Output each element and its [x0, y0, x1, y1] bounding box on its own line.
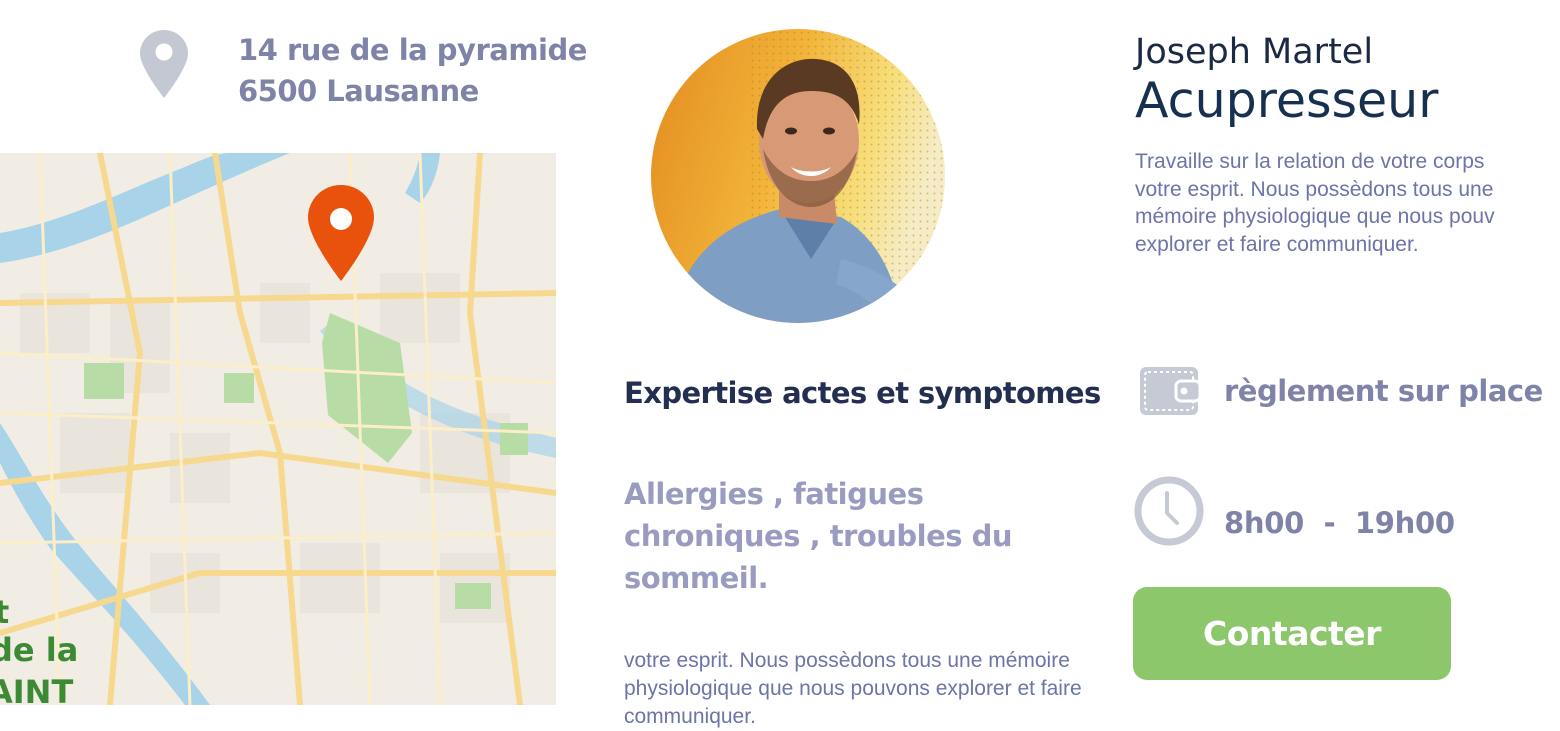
practitioner-description: Travaille sur la relation de votre corps…: [1135, 150, 1495, 256]
contact-button[interactable]: Contacter: [1133, 587, 1451, 680]
clock-icon: [1134, 476, 1204, 546]
practitioner-title: Acupresseur: [1135, 72, 1439, 129]
map-marker-icon[interactable]: [308, 185, 374, 281]
practitioner-name: Joseph Martel: [1135, 32, 1374, 72]
svg-text:de la: de la: [0, 631, 78, 669]
map-tiles: t de la AINT: [0, 153, 556, 705]
wallet-icon: [1140, 367, 1200, 415]
address: 14 rue de la pyramide 6500 Lausanne: [238, 30, 587, 112]
svg-text:t: t: [0, 593, 9, 631]
expertise-symptoms: Allergies , fatigues chroniques , troubl…: [624, 477, 1013, 595]
map[interactable]: t de la AINT: [0, 153, 556, 705]
avatar: [651, 29, 945, 323]
opening-hours: 8h00 - 19h00: [1224, 506, 1455, 540]
payment-method: règlement sur place: [1224, 374, 1543, 408]
expertise-heading: Expertise actes et symptomes: [624, 376, 1101, 410]
location-pin-icon: [140, 30, 188, 98]
address-line-1: 14 rue de la pyramide: [238, 33, 587, 67]
svg-text:AINT: AINT: [0, 673, 73, 705]
address-line-2: 6500 Lausanne: [238, 74, 479, 108]
expertise-description: votre esprit. Nous possèdons tous une mé…: [624, 649, 1082, 728]
